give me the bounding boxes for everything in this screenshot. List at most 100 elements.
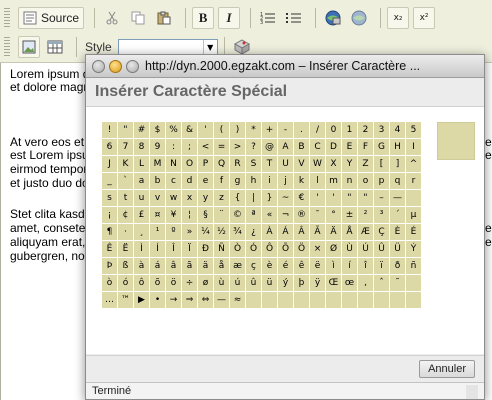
character-cell[interactable]: 3 [373,121,390,139]
character-cell[interactable]: - [277,121,294,139]
character-cell[interactable]: ( [213,121,230,139]
character-cell[interactable]: @ [261,138,278,156]
character-cell[interactable]: | [245,189,262,207]
character-cell[interactable]: " [341,189,358,207]
character-cell[interactable]: p [373,172,390,190]
character-cell[interactable]: f [213,172,230,190]
unlink-button[interactable] [348,7,370,29]
character-cell[interactable]: i [261,172,278,190]
character-cell[interactable]: % [165,121,182,139]
character-cell[interactable]: { [229,189,246,207]
character-cell[interactable]: É [405,223,422,241]
character-cell[interactable]: J [101,155,118,173]
character-cell[interactable]: ¦ [181,206,198,224]
cut-button[interactable] [101,7,123,29]
bold-button[interactable]: B [192,7,215,29]
character-cell[interactable]: × [309,240,326,258]
character-cell[interactable]: d [181,172,198,190]
character-cell[interactable]: ¡ [101,206,118,224]
character-cell[interactable]: ¯ [309,206,326,224]
character-cell[interactable]: … [101,291,118,309]
character-cell[interactable]: § [197,206,214,224]
character-cell[interactable]: Û [373,240,390,258]
character-cell[interactable]: ) [229,121,246,139]
character-cell[interactable]: s [101,189,118,207]
character-cell[interactable]: j [277,172,294,190]
character-cell[interactable]: ò [101,274,118,292]
character-cell[interactable]: é [277,257,294,275]
character-cell[interactable]: ¾ [229,223,246,241]
character-cell[interactable]: A [277,138,294,156]
toolbar-grip[interactable] [4,37,10,57]
superscript-button[interactable]: x² [413,7,436,29]
cancel-button[interactable]: Annuler [419,360,475,378]
character-cell[interactable]: µ [405,206,422,224]
character-cell[interactable]: t [117,189,134,207]
style-select[interactable]: ▼ [117,38,218,56]
character-cell[interactable]: K [117,155,134,173]
character-cell[interactable]: r [405,172,422,190]
character-cell[interactable]: l [309,172,326,190]
character-cell[interactable]: à [133,257,150,275]
character-cell[interactable]: Ý [405,240,422,258]
character-cell[interactable]: ! [101,121,118,139]
character-cell[interactable]: I [405,138,422,156]
character-cell[interactable]: . [293,121,310,139]
character-cell[interactable]: í [341,257,358,275]
character-cell[interactable]: T [261,155,278,173]
character-cell[interactable]: î [357,257,374,275]
character-cell[interactable]: ' [309,189,326,207]
character-cell[interactable]: Î [165,240,182,258]
character-cell[interactable]: º [165,223,182,241]
close-window-button[interactable] [92,59,105,73]
character-cell[interactable]: q [389,172,406,190]
character-cell[interactable]: ¥ [165,206,182,224]
minimize-window-button[interactable] [109,59,122,73]
character-cell[interactable]: ≈ [229,291,246,309]
character-cell[interactable]: È [389,223,406,241]
character-cell[interactable]: û [245,274,262,292]
character-cell[interactable]: ; [181,138,198,156]
character-cell[interactable]: Ò [229,240,246,258]
window-titlebar[interactable]: http://dyn.2000.egzakt.com – Insérer Car… [86,55,484,78]
character-cell[interactable]: Ù [341,240,358,258]
character-cell[interactable]: ÿ [309,274,326,292]
character-cell[interactable]: u [133,189,150,207]
character-cell[interactable]: * [245,121,262,139]
character-cell[interactable]: > [229,138,246,156]
character-cell[interactable]: N [165,155,182,173]
character-cell[interactable]: ó [117,274,134,292]
character-cell[interactable]: Ë [117,240,134,258]
character-cell[interactable]: Ø [325,240,342,258]
character-cell[interactable]: & [181,121,198,139]
character-cell[interactable]: $ [149,121,166,139]
character-cell[interactable]: _ [101,172,118,190]
character-cell[interactable]: C [309,138,326,156]
character-cell[interactable]: õ [149,274,166,292]
character-cell[interactable]: Ó [245,240,262,258]
character-cell[interactable]: : [165,138,182,156]
character-cell[interactable]: 0 [325,121,342,139]
character-cell[interactable]: ü [261,274,278,292]
character-cell[interactable]: a [133,172,150,190]
character-cell[interactable]: ° [325,206,342,224]
character-cell[interactable]: ª [245,206,262,224]
character-cell[interactable]: Ô [261,240,278,258]
character-cell[interactable]: Œ [325,274,342,292]
table-button[interactable] [44,36,66,58]
character-cell[interactable]: Æ [357,223,374,241]
character-cell[interactable]: £ [133,206,150,224]
character-cell[interactable]: Å [341,223,358,241]
character-cell[interactable]: ¹ [149,223,166,241]
character-cell[interactable]: G [373,138,390,156]
unordered-list-button[interactable] [283,7,305,29]
character-cell[interactable]: H [389,138,406,156]
character-cell[interactable]: v [149,189,166,207]
character-cell[interactable]: ¶ [101,223,118,241]
character-cell[interactable]: Ï [181,240,198,258]
character-cell[interactable]: ³ [373,206,390,224]
character-cell[interactable]: c [165,172,182,190]
character-cell[interactable]: ¼ [197,223,214,241]
character-cell[interactable]: Õ [277,240,294,258]
character-cell[interactable]: 9 [149,138,166,156]
